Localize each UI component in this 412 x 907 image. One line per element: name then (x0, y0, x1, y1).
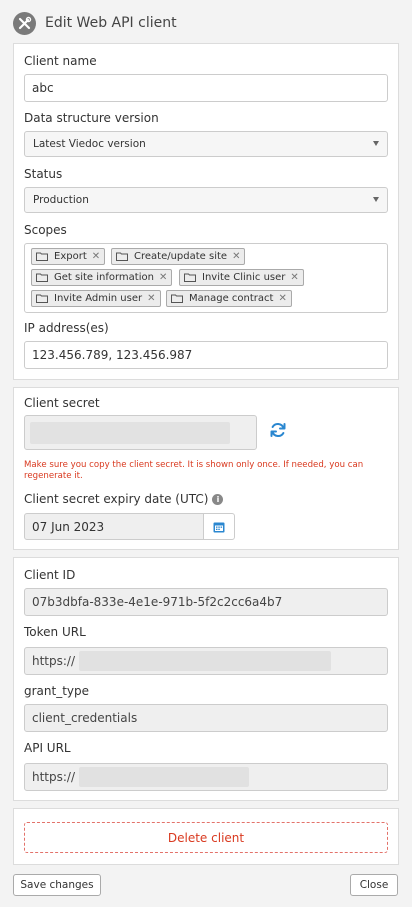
caret-down-icon (373, 141, 379, 146)
folder-icon (184, 273, 196, 282)
ip-addresses-label: IP address(es) (24, 321, 109, 335)
calendar-button[interactable] (203, 513, 235, 540)
scope-tag: Invite Clinic user ✕ (179, 269, 304, 286)
danger-zone-panel: Delete client (13, 808, 399, 865)
data-structure-version-select[interactable]: Latest Viedoc version (24, 131, 388, 157)
remove-icon[interactable]: ✕ (147, 293, 155, 304)
calendar-icon (213, 522, 225, 532)
scope-tag: Manage contract ✕ (166, 290, 292, 307)
scope-tag: Create/update site ✕ (111, 248, 246, 265)
folder-icon (116, 252, 128, 261)
status-select[interactable]: Production (24, 187, 388, 213)
scopes-input[interactable]: Export ✕ Create/update site ✕ Get site i… (24, 243, 388, 313)
client-secret-label: Client secret (24, 396, 100, 410)
save-changes-button[interactable]: Save changes (13, 874, 101, 896)
scope-tag: Export ✕ (31, 248, 106, 265)
scope-tag-label: Export (54, 251, 87, 262)
scope-tag-label: Get site information (54, 272, 154, 283)
grant-type-label: grant_type (24, 684, 90, 698)
folder-icon (171, 294, 183, 303)
folder-icon (36, 294, 48, 303)
scope-tag-label: Invite Admin user (54, 293, 143, 304)
refresh-icon[interactable] (269, 421, 287, 439)
token-url-label: Token URL (24, 625, 86, 639)
client-name-field[interactable]: abc (24, 74, 388, 102)
secret-warning: Make sure you copy the client secret. It… (24, 460, 364, 481)
data-structure-version-label: Data structure version (24, 111, 159, 125)
client-details-panel: Client ID 07b3dbfa-833e-4e1e-971b-5f2c2c… (13, 557, 399, 801)
scopes-label: Scopes (24, 223, 67, 237)
remove-icon[interactable]: ✕ (159, 272, 167, 283)
info-icon[interactable]: i (212, 494, 224, 505)
client-secret-panel: Client secret Make sure you copy the cli… (13, 387, 399, 550)
remove-icon[interactable]: ✕ (290, 272, 298, 283)
expiry-date-field[interactable]: 07 Jun 2023 (24, 513, 204, 540)
api-url-field[interactable]: https:// (24, 763, 388, 791)
scope-tag-label: Manage contract (189, 293, 274, 304)
api-url-prefix: https:// (32, 770, 76, 784)
data-structure-version-value: Latest Viedoc version (33, 138, 146, 150)
scope-tag-label: Invite Clinic user (202, 272, 286, 283)
remove-icon[interactable]: ✕ (232, 251, 240, 262)
client-id-label: Client ID (24, 568, 76, 582)
caret-down-icon (373, 197, 379, 202)
client-secret-field[interactable] (24, 415, 257, 450)
status-label: Status (24, 167, 63, 181)
remove-icon[interactable]: ✕ (278, 293, 286, 304)
client-secret-redacted (30, 422, 230, 444)
token-url-field[interactable]: https:// (24, 647, 388, 675)
status-value: Production (33, 194, 89, 206)
folder-icon (36, 252, 48, 261)
remove-icon[interactable]: ✕ (92, 251, 100, 262)
grant-type-field[interactable]: client_credentials (24, 704, 388, 732)
api-url-label: API URL (24, 741, 71, 755)
close-button[interactable]: Close (350, 874, 398, 896)
folder-icon (36, 273, 48, 282)
client-settings-panel: Client name abc Data structure version L… (13, 43, 399, 380)
expiry-date-label: Client secret expiry date (UTC) i (24, 492, 224, 506)
scope-tag: Invite Admin user ✕ (31, 290, 161, 307)
client-name-label: Client name (24, 54, 97, 68)
scope-tag-label: Create/update site (134, 251, 228, 262)
api-url-redacted (79, 767, 250, 787)
page-title: Edit Web API client (45, 15, 177, 31)
client-id-field[interactable]: 07b3dbfa-833e-4e1e-971b-5f2c2cc6a4b7 (24, 588, 388, 616)
dialog-header: Edit Web API client (13, 11, 177, 35)
token-url-redacted (79, 651, 332, 671)
delete-client-button[interactable]: Delete client (24, 822, 388, 853)
expiry-date-label-text: Client secret expiry date (UTC) (24, 492, 209, 506)
scope-tag: Get site information ✕ (31, 269, 173, 286)
token-url-prefix: https:// (32, 654, 76, 668)
ip-addresses-field[interactable]: 123.456.789, 123.456.987 (24, 341, 388, 369)
tools-icon (13, 11, 36, 35)
